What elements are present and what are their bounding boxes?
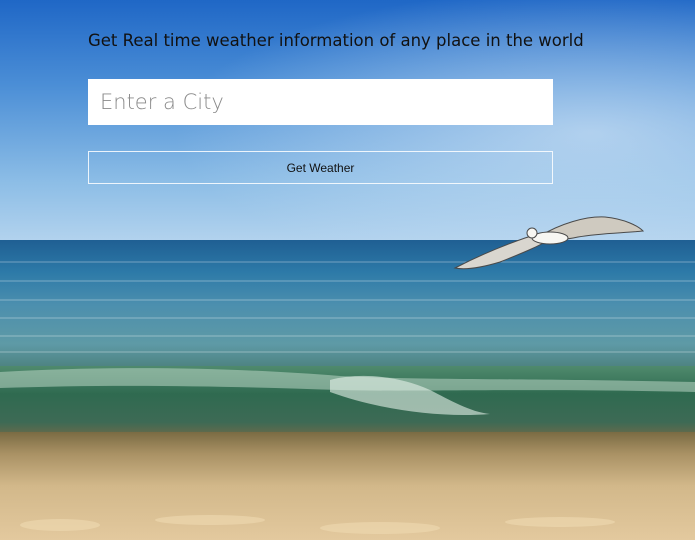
page-tagline: Get Real time weather information of any… [88,31,584,50]
get-weather-button[interactable]: Get Weather [88,151,553,184]
city-search-input[interactable] [88,79,553,125]
